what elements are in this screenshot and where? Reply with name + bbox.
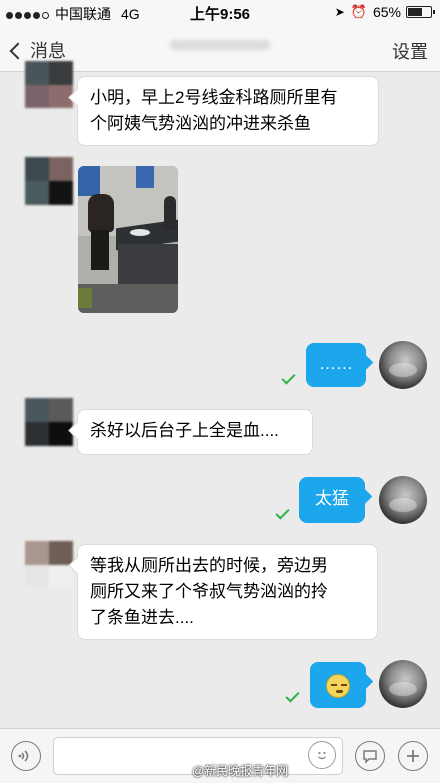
- message-bubble[interactable]: 太猛: [299, 477, 365, 523]
- photo-sink: [130, 229, 150, 236]
- photo-person-far: [164, 196, 176, 230]
- message-bubble[interactable]: [310, 662, 366, 708]
- location-icon: ➤: [334, 5, 345, 19]
- message-text-line: 了条鱼进去....: [90, 608, 194, 627]
- voice-button[interactable]: [11, 741, 41, 771]
- status-bar: 中国联通 4G 上午9:56 ➤ ⏰ 65%: [0, 0, 440, 24]
- emoji-button[interactable]: [308, 741, 336, 769]
- photo-bag: [78, 288, 92, 308]
- back-label: 消息: [30, 41, 66, 61]
- chevron-left-icon: [9, 42, 27, 59]
- read-check-icon: [281, 370, 296, 385]
- message-text: ……: [319, 354, 353, 373]
- chat-button[interactable]: [355, 741, 385, 771]
- read-check-icon: [275, 505, 290, 520]
- user-avatar[interactable]: [379, 660, 427, 708]
- read-check-icon: [285, 688, 300, 703]
- settings-button[interactable]: 设置: [392, 38, 428, 64]
- message-bubble[interactable]: ……: [306, 343, 366, 387]
- conversation-title-blurred: [170, 40, 270, 50]
- watermark-text: @新民晚报青年网: [192, 764, 289, 778]
- battery-percent: 65%: [372, 4, 401, 20]
- add-button[interactable]: [398, 741, 428, 771]
- message-text-line: 厕所又来了个爷叔气势汹汹的拎: [90, 582, 328, 601]
- plus-icon: [407, 750, 419, 762]
- status-right: ➤ ⏰ 65%: [334, 4, 435, 20]
- photo-cabinet: [118, 244, 178, 284]
- awkward-face-emoji-icon: [326, 673, 350, 698]
- contact-avatar[interactable]: [25, 541, 73, 587]
- message-text: 太猛: [315, 489, 349, 508]
- battery-fill: [408, 8, 422, 16]
- back-button[interactable]: 消息: [9, 37, 66, 63]
- message-photo[interactable]: [78, 166, 178, 313]
- photo-person-legs: [91, 230, 109, 270]
- contact-avatar[interactable]: [25, 157, 73, 205]
- contact-avatar[interactable]: [25, 398, 73, 446]
- message-text-line: 个阿姨气势汹汹的冲进来杀鱼: [90, 114, 311, 133]
- message-text-line: 等我从厕所出去的时候，旁边男: [90, 556, 328, 575]
- smiley-icon: [318, 751, 326, 760]
- speech-bubble-icon: [363, 750, 377, 764]
- user-avatar[interactable]: [379, 476, 427, 524]
- alarm-icon: ⏰: [350, 4, 367, 19]
- message-bubble[interactable]: 杀好以后台子上全是血....: [77, 409, 313, 455]
- photo-window: [136, 166, 154, 188]
- voice-icon: [18, 750, 29, 762]
- photo-floor: [78, 284, 178, 313]
- battery-icon: [406, 6, 435, 18]
- photo-window: [78, 166, 100, 196]
- user-avatar[interactable]: [379, 341, 427, 389]
- message-text-line: 小明，早上2号线金科路厕所里有: [90, 88, 338, 107]
- contact-avatar[interactable]: [25, 61, 73, 108]
- message-bubble[interactable]: 等我从厕所出去的时候，旁边男 厕所又来了个爷叔气势汹汹的拎 了条鱼进去....: [77, 544, 378, 640]
- message-text: 杀好以后台子上全是血....: [90, 421, 279, 440]
- chat-area[interactable]: 小明，早上2号线金科路厕所里有 个阿姨气势汹汹的冲进来杀鱼 …… 杀好以后台子上…: [0, 61, 440, 728]
- photo-person: [88, 194, 114, 232]
- message-bubble[interactable]: 小明，早上2号线金科路厕所里有 个阿姨气势汹汹的冲进来杀鱼: [77, 76, 379, 146]
